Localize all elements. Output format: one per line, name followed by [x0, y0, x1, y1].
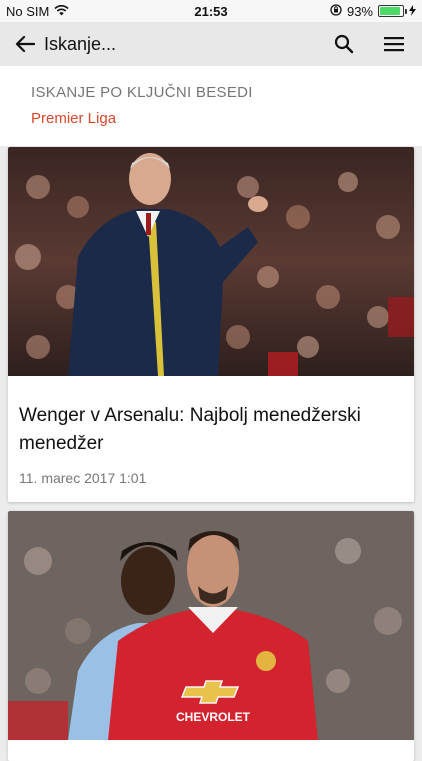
article-date: 11. marec 2017 1:01 [19, 470, 147, 486]
sponsor-text: CHEVROLET [176, 710, 251, 724]
hamburger-menu-icon[interactable] [378, 28, 410, 60]
page-title: Iskanje... [44, 33, 117, 54]
search-keyword[interactable]: Premier Liga [31, 110, 422, 127]
article-image [8, 147, 414, 376]
search-icon[interactable] [328, 28, 360, 60]
search-mode-label: ISKANJE PO KLJUČNI BESEDI [31, 84, 253, 101]
battery-fill [380, 7, 401, 15]
app-bar: Iskanje... [0, 22, 422, 66]
article-card[interactable]: Wenger v Arsenalu: Najbolj menedžerski m… [8, 147, 414, 502]
article-image: CHEVROLET [8, 511, 414, 740]
status-bar: No SIM 21:53 93% [0, 0, 422, 22]
article-card[interactable]: CHEVROLET [8, 511, 414, 761]
status-right: 93% [330, 4, 416, 19]
article-body [8, 740, 414, 761]
battery-percent: 93% [346, 3, 373, 19]
article-headline[interactable]: Wenger v Arsenalu: Najbolj menedžerski m… [19, 402, 403, 458]
orientation-lock-icon [330, 3, 342, 19]
battery-icon [378, 5, 407, 17]
search-header: ISKANJE PO KLJUČNI BESEDI Premier Liga [0, 66, 422, 146]
charging-icon [409, 4, 416, 19]
status-left: No SIM [6, 4, 330, 19]
carrier-label: No SIM [6, 3, 50, 19]
wifi-icon [54, 4, 69, 19]
article-body: Wenger v Arsenalu: Najbolj menedžerski m… [8, 376, 414, 486]
arrow-left-icon[interactable] [14, 28, 36, 60]
